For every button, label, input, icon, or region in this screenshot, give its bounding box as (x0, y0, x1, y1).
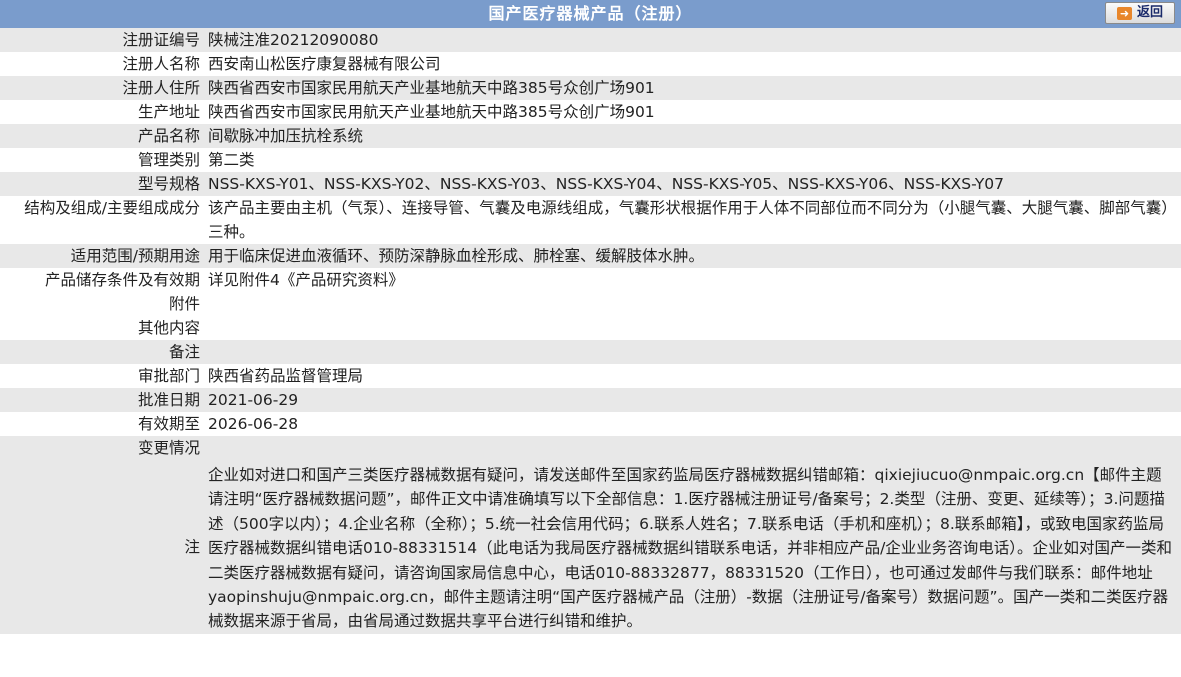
field-value: 详见附件4《产品研究资料》 (205, 268, 1181, 292)
field-value (205, 292, 1181, 316)
row-structure: 结构及组成/主要组成成分 该产品主要由主机（气泵）、连接导管、气囊及电源线组成，… (0, 196, 1181, 244)
field-value (205, 436, 1181, 460)
field-label: 其他内容 (0, 316, 205, 340)
field-label: 注册人名称 (0, 52, 205, 76)
row-reg-no: 注册证编号 陕械注准20212090080 (0, 28, 1181, 52)
row-storage: 产品储存条件及有效期 详见附件4《产品研究资料》 (0, 268, 1181, 292)
row-models: 型号规格 NSS-KXS-Y01、NSS-KXS-Y02、NSS-KXS-Y03… (0, 172, 1181, 196)
field-value (205, 340, 1181, 364)
field-label: 适用范围/预期用途 (0, 244, 205, 268)
row-note: 注 企业如对进口和国产三类医疗器械数据有疑问，请发送邮件至国家药监局医疗器械数据… (0, 460, 1181, 634)
field-value: 该产品主要由主机（气泵）、连接导管、气囊及电源线组成，气囊形状根据作用于人体不同… (205, 196, 1181, 244)
field-label: 注 (0, 460, 205, 634)
field-label: 结构及组成/主要组成成分 (0, 196, 205, 244)
row-authority: 审批部门 陕西省药品监督管理局 (0, 364, 1181, 388)
field-value: 2026-06-28 (205, 412, 1181, 436)
field-value: 间歇脉冲加压抗栓系统 (205, 124, 1181, 148)
field-label: 有效期至 (0, 412, 205, 436)
row-scope: 适用范围/预期用途 用于临床促进血液循环、预防深静脉血栓形成、肺栓塞、缓解肢体水… (0, 244, 1181, 268)
field-label: 管理类别 (0, 148, 205, 172)
page-header: 国产医疗器械产品（注册） ➜ 返回 (0, 0, 1181, 28)
row-production-address: 生产地址 陕西省西安市国家民用航天产业基地航天中路385号众创广场901 (0, 100, 1181, 124)
field-label: 注册证编号 (0, 28, 205, 52)
arrow-right-icon: ➜ (1116, 6, 1132, 20)
note-text: 企业如对进口和国产三类医疗器械数据有疑问，请发送邮件至国家药监局医疗器械数据纠错… (208, 466, 1173, 631)
row-product-name: 产品名称 间歇脉冲加压抗栓系统 (0, 124, 1181, 148)
field-value: 陕西省药品监督管理局 (205, 364, 1181, 388)
field-value: 陕西省西安市国家民用航天产业基地航天中路385号众创广场901 (205, 76, 1181, 100)
page-title: 国产医疗器械产品（注册） (488, 4, 693, 23)
field-label: 生产地址 (0, 100, 205, 124)
field-value: 用于临床促进血液循环、预防深静脉血栓形成、肺栓塞、缓解肢体水肿。 (205, 244, 1181, 268)
field-value: NSS-KXS-Y01、NSS-KXS-Y02、NSS-KXS-Y03、NSS-… (205, 172, 1181, 196)
field-value: 西安南山松医疗康复器械有限公司 (205, 52, 1181, 76)
row-attachment: 附件 (0, 292, 1181, 316)
row-changes: 变更情况 (0, 436, 1181, 460)
field-label: 型号规格 (0, 172, 205, 196)
field-value (205, 316, 1181, 340)
row-approval-date: 批准日期 2021-06-29 (0, 388, 1181, 412)
row-valid-until: 有效期至 2026-06-28 (0, 412, 1181, 436)
field-label: 变更情况 (0, 436, 205, 460)
field-label: 附件 (0, 292, 205, 316)
row-registrant-address: 注册人住所 陕西省西安市国家民用航天产业基地航天中路385号众创广场901 (0, 76, 1181, 100)
row-category: 管理类别 第二类 (0, 148, 1181, 172)
row-other: 其他内容 (0, 316, 1181, 340)
detail-table: 注册证编号 陕械注准20212090080 注册人名称 西安南山松医疗康复器械有… (0, 28, 1181, 634)
row-remark: 备注 (0, 340, 1181, 364)
field-label: 注册人住所 (0, 76, 205, 100)
field-label: 产品名称 (0, 124, 205, 148)
field-value: 陕西省西安市国家民用航天产业基地航天中路385号众创广场901 (205, 100, 1181, 124)
field-label: 产品储存条件及有效期 (0, 268, 205, 292)
back-button[interactable]: ➜ 返回 (1105, 2, 1175, 24)
field-label: 备注 (0, 340, 205, 364)
field-value: 2021-06-29 (205, 388, 1181, 412)
field-value: 陕械注准20212090080 (205, 28, 1181, 52)
field-value: 第二类 (205, 148, 1181, 172)
field-label: 批准日期 (0, 388, 205, 412)
field-label: 审批部门 (0, 364, 205, 388)
row-registrant: 注册人名称 西安南山松医疗康复器械有限公司 (0, 52, 1181, 76)
back-button-label: 返回 (1136, 5, 1163, 20)
